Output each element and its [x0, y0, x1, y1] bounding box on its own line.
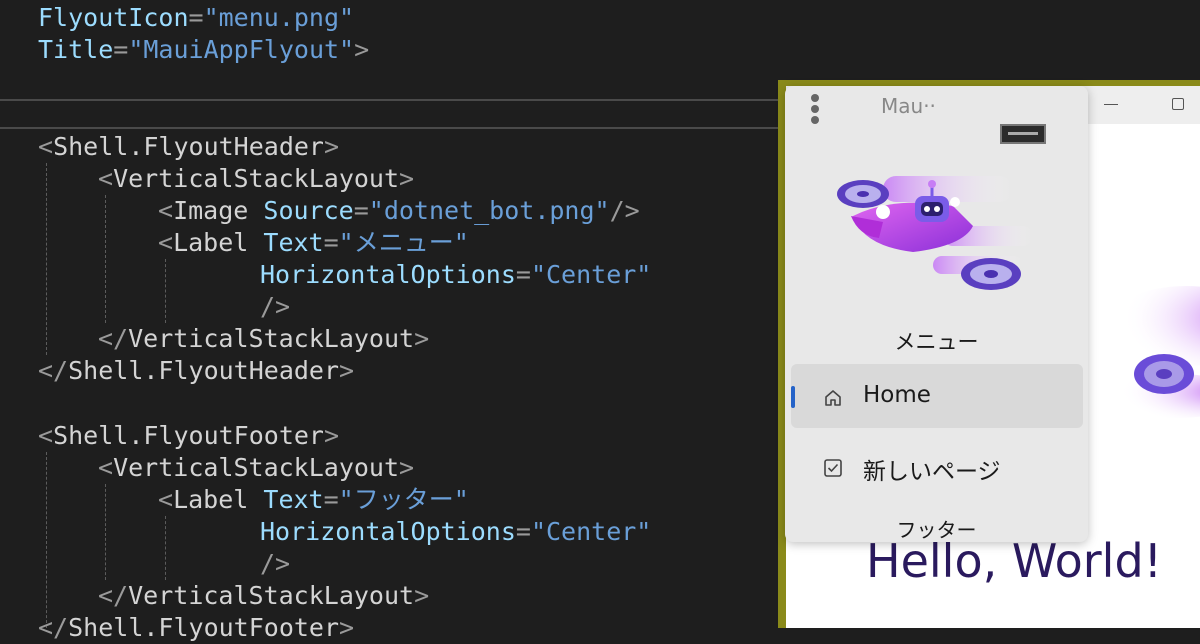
- code-token: </: [98, 581, 129, 610]
- maximize-button[interactable]: [1172, 98, 1184, 110]
- code-token: Source: [263, 196, 354, 225]
- code-token: Text: [263, 228, 324, 257]
- selection-indicator: [791, 386, 795, 408]
- code-token: <: [158, 228, 174, 257]
- code-line: </VerticalStackLayout>: [98, 323, 429, 355]
- code-token: =: [323, 485, 339, 514]
- code-token: =: [353, 196, 369, 225]
- code-token: =: [515, 517, 531, 546]
- flyout-header-label: メニュー: [894, 330, 979, 354]
- indent-guide: [46, 163, 47, 355]
- code-token: Image: [173, 196, 249, 225]
- code-token: >: [414, 581, 430, 610]
- code-token: />: [260, 292, 291, 321]
- code-token: <: [158, 196, 174, 225]
- dotnet-bot-background-image: [1106, 286, 1200, 418]
- code-line: <Image Source="dotnet_bot.png"/>: [158, 195, 640, 227]
- flyout-footer-label: フッター: [896, 518, 977, 542]
- code-token: >: [414, 324, 430, 353]
- code-token: <: [98, 453, 114, 482]
- home-icon: [825, 390, 841, 406]
- code-token: >: [324, 421, 340, 450]
- code-token: "Center": [530, 517, 652, 546]
- code-token: "MauiAppFlyout": [128, 35, 355, 64]
- code-token: </: [38, 356, 69, 385]
- code-token: >: [324, 132, 340, 161]
- code-token: "メニュー": [338, 228, 469, 257]
- code-token: Label: [173, 485, 249, 514]
- code-line: <VerticalStackLayout>: [98, 452, 414, 484]
- indent-guide: [105, 195, 106, 323]
- code-token: />: [260, 549, 291, 578]
- code-line: </Shell.FlyoutHeader>: [38, 355, 354, 387]
- code-token: />: [609, 196, 640, 225]
- code-line: <Shell.FlyoutFooter>: [38, 420, 339, 452]
- code-line: FlyoutIcon="menu.png": [38, 2, 354, 34]
- code-token: VerticalStackLayout: [113, 164, 400, 193]
- code-token: VerticalStackLayout: [113, 453, 400, 482]
- indent-guide: [165, 516, 166, 580]
- app-window: Hello, World! Mau·· メニュー Home 新しいページ フッタ…: [778, 80, 1200, 628]
- code-token: <: [98, 164, 114, 193]
- dotnet-bot-image: [837, 176, 1033, 290]
- code-line: <Label Text="フッター": [158, 484, 469, 516]
- menu-icon[interactable]: [1000, 124, 1046, 144]
- more-options-icon[interactable]: [807, 92, 823, 126]
- flyout-menu: Mau·· メニュー Home 新しいページ フッター: [785, 86, 1088, 542]
- code-token: VerticalStackLayout: [128, 324, 415, 353]
- indent-guide: [165, 259, 166, 323]
- code-token: =: [323, 228, 339, 257]
- code-token: HorizontalOptions: [260, 260, 516, 289]
- code-token: "menu.png": [203, 3, 355, 32]
- code-token: Text: [263, 485, 324, 514]
- code-token: Title: [38, 35, 114, 64]
- code-token: Label: [173, 228, 249, 257]
- code-token: >: [399, 453, 415, 482]
- code-token: "dotnet_bot.png": [368, 196, 610, 225]
- flyout-item-new-page[interactable]: 新しいページ: [791, 434, 1083, 498]
- flyout-item-home[interactable]: Home: [791, 364, 1083, 428]
- code-token: HorizontalOptions: [260, 517, 516, 546]
- code-token: =: [113, 35, 129, 64]
- minimize-button[interactable]: [1104, 104, 1118, 105]
- code-token: VerticalStackLayout: [128, 581, 415, 610]
- code-line: <Label Text="メニュー": [158, 227, 469, 259]
- code-line: </Shell.FlyoutFooter>: [38, 612, 354, 644]
- checkbox-icon: [824, 459, 842, 477]
- code-line: <Shell.FlyoutHeader>: [38, 131, 339, 163]
- code-token: >: [339, 356, 355, 385]
- flyout-item-label: Home: [863, 382, 931, 408]
- code-token: "フッター": [338, 485, 469, 514]
- code-token: =: [515, 260, 531, 289]
- code-token: <: [38, 132, 54, 161]
- code-token: >: [399, 164, 415, 193]
- code-token: Shell.FlyoutHeader: [53, 132, 324, 161]
- code-token: <: [38, 421, 54, 450]
- indent-guide: [46, 452, 47, 628]
- code-token: Shell.FlyoutHeader: [68, 356, 340, 385]
- code-token: >: [354, 35, 370, 64]
- code-line: <VerticalStackLayout>: [98, 163, 414, 195]
- code-line: />: [260, 291, 290, 323]
- code-token: FlyoutIcon: [38, 3, 189, 32]
- indent-guide: [105, 484, 106, 580]
- code-token: Shell.FlyoutFooter: [53, 421, 324, 450]
- window-title: Mau··: [881, 94, 936, 118]
- code-line: />: [260, 548, 290, 580]
- code-token: <: [158, 485, 174, 514]
- code-token: "Center": [530, 260, 652, 289]
- code-line: </VerticalStackLayout>: [98, 580, 429, 612]
- code-line: Title="MauiAppFlyout">: [38, 34, 369, 66]
- code-token: =: [188, 3, 204, 32]
- flyout-item-label: 新しいページ: [863, 459, 1001, 485]
- code-line: HorizontalOptions="Center": [260, 516, 651, 548]
- code-line: HorizontalOptions="Center": [260, 259, 651, 291]
- code-token: </: [98, 324, 129, 353]
